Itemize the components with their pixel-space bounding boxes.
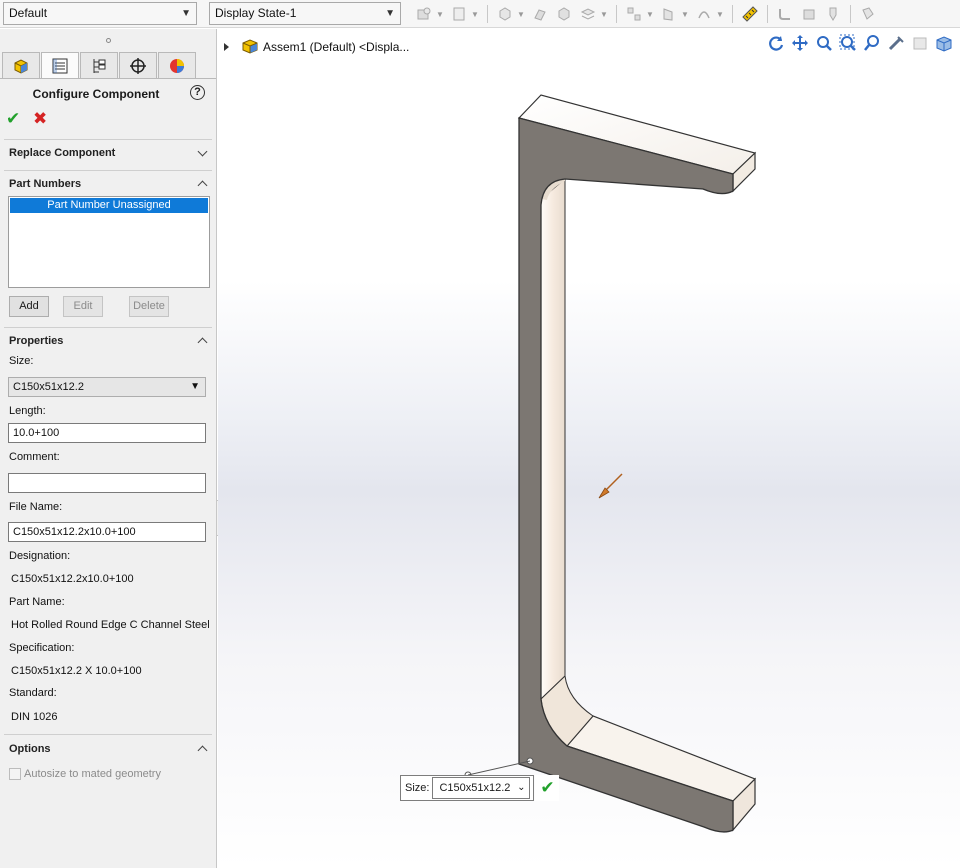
- chevron-down-icon: ▼: [385, 8, 395, 19]
- linear-pattern-icon[interactable]: [624, 4, 644, 24]
- autosize-checkbox[interactable]: [9, 768, 21, 780]
- chevron-down-icon: ▼: [190, 381, 200, 392]
- size-label: Size:: [9, 355, 34, 367]
- configuration-manager-icon: [93, 59, 106, 73]
- assembly-feature-icon[interactable]: [858, 4, 878, 24]
- tab-property-manager[interactable]: [41, 52, 79, 79]
- dimxpert-icon: [130, 58, 146, 74]
- display-manager-icon: [170, 59, 184, 73]
- callout-box: Size: C150x51x12.2 ⌄: [400, 775, 535, 801]
- callout-size-value: C150x51x12.2: [439, 782, 511, 794]
- dropdown-arrow-icon[interactable]: ▼: [681, 10, 689, 19]
- size-select[interactable]: C150x51x12.2 ▼: [8, 377, 206, 397]
- new-part-icon[interactable]: [449, 4, 469, 24]
- cancel-button[interactable]: ✖: [33, 109, 47, 129]
- configuration-select[interactable]: Default ▼: [3, 2, 197, 25]
- callout-ok-button[interactable]: ✔: [535, 775, 560, 801]
- bend-icon[interactable]: [775, 4, 795, 24]
- help-icon[interactable]: ?: [190, 85, 205, 100]
- measure-icon[interactable]: [740, 4, 760, 24]
- display-state-select-value: Display State-1: [215, 6, 297, 20]
- toolbar-icon-group: ▼ ▼ ▼ ▼ ▼ ▼ ▼: [412, 3, 880, 25]
- length-label: Length:: [9, 405, 46, 417]
- mate-icon[interactable]: [495, 4, 515, 24]
- toolbar-separator: [487, 5, 488, 23]
- part-name-value: Hot Rolled Round Edge C Channel Steel: [11, 619, 210, 631]
- move-component-icon[interactable]: [530, 4, 550, 24]
- sketch-icon[interactable]: [823, 4, 843, 24]
- specification-value: C150x51x12.2 X 10.0+100: [11, 665, 142, 677]
- toolbar-separator: [616, 5, 617, 23]
- insert-component-icon[interactable]: [414, 4, 434, 24]
- reference-geometry-icon[interactable]: [659, 4, 679, 24]
- part-name-label: Part Name:: [9, 596, 65, 608]
- add-button[interactable]: Add: [9, 296, 49, 317]
- dropdown-arrow-icon[interactable]: ▼: [646, 10, 654, 19]
- chevron-down-icon: ⌄: [517, 782, 526, 793]
- tab-display-manager[interactable]: [158, 52, 196, 79]
- file-name-field[interactable]: C150x51x12.2x10.0+100: [8, 522, 206, 542]
- graphics-viewport[interactable]: Assem1 (Default) <Displa... Size: C150x5…: [218, 29, 960, 868]
- size-select-value: C150x51x12.2: [13, 381, 84, 393]
- dropdown-arrow-icon[interactable]: ▼: [600, 10, 608, 19]
- section-divider: [4, 139, 212, 140]
- delete-button[interactable]: Delete: [129, 296, 169, 317]
- tab-configuration-manager[interactable]: [80, 52, 118, 79]
- configuration-select-value: Default: [9, 6, 48, 20]
- autosize-label: Autosize to mated geometry: [24, 768, 161, 780]
- toolbar-separator: [767, 5, 768, 23]
- chevron-down-icon[interactable]: [197, 146, 209, 158]
- section-divider: [4, 327, 212, 328]
- comment-field[interactable]: [8, 473, 206, 493]
- chevron-up-icon[interactable]: [197, 742, 209, 754]
- comment-label: Comment:: [9, 451, 60, 463]
- designation-value: C150x51x12.2x10.0+100: [11, 573, 134, 585]
- edit-button[interactable]: Edit: [63, 296, 103, 317]
- file-name-label: File Name:: [9, 501, 63, 513]
- tab-dimxpert-manager[interactable]: [119, 52, 157, 79]
- toolbar-separator: [850, 5, 851, 23]
- properties-header[interactable]: Properties: [9, 335, 63, 347]
- list-item[interactable]: Part Number Unassigned: [10, 198, 208, 213]
- property-manager-icon: [52, 58, 68, 74]
- chevron-up-icon[interactable]: [197, 334, 209, 346]
- dropdown-arrow-icon[interactable]: ▼: [436, 10, 444, 19]
- tab-feature-manager[interactable]: [2, 52, 40, 79]
- dropdown-arrow-icon[interactable]: ▼: [517, 10, 525, 19]
- top-toolbar: Default ▼ Display State-1 ▼ ▼ ▼ ▼ ▼ ▼ ▼ …: [0, 0, 960, 28]
- standard-value: DIN 1026: [11, 711, 58, 723]
- chevron-up-icon[interactable]: [197, 177, 209, 189]
- specification-label: Specification:: [9, 642, 75, 654]
- dropdown-arrow-icon[interactable]: ▼: [716, 10, 724, 19]
- tab-divider: [0, 78, 216, 79]
- panel-grip[interactable]: [0, 29, 216, 51]
- property-manager-panel: Configure Component ? ✔ ✖ Replace Compon…: [0, 29, 217, 868]
- part-numbers-list[interactable]: Part Number Unassigned: [8, 196, 210, 288]
- section-divider: [4, 734, 212, 735]
- length-field[interactable]: 10.0+100: [8, 423, 206, 443]
- grip-dot-icon: [105, 37, 111, 43]
- rotate-component-icon[interactable]: [554, 4, 574, 24]
- manager-tabs: [2, 52, 197, 79]
- options-header[interactable]: Options: [9, 743, 51, 755]
- toolbar-separator: [732, 5, 733, 23]
- section-divider: [4, 170, 212, 171]
- curves-icon[interactable]: [694, 4, 714, 24]
- size-callout: Size: C150x51x12.2 ⌄ ✔: [400, 775, 560, 801]
- c-channel-model[interactable]: [218, 29, 960, 868]
- instant3d-icon[interactable]: [799, 4, 819, 24]
- dropdown-arrow-icon[interactable]: ▼: [471, 10, 479, 19]
- display-state-select[interactable]: Display State-1 ▼: [209, 2, 401, 25]
- chevron-down-icon: ▼: [181, 8, 191, 19]
- explode-view-icon[interactable]: [578, 4, 598, 24]
- ok-button[interactable]: ✔: [6, 109, 20, 129]
- page-title: Configure Component: [32, 87, 160, 101]
- feature-manager-icon: [14, 59, 28, 74]
- callout-size-select[interactable]: C150x51x12.2 ⌄: [432, 777, 531, 799]
- replace-component-header[interactable]: Replace Component: [9, 147, 115, 159]
- callout-size-label: Size:: [405, 782, 430, 794]
- designation-label: Designation:: [9, 550, 71, 562]
- part-numbers-header[interactable]: Part Numbers: [9, 178, 81, 190]
- standard-label: Standard:: [9, 687, 57, 699]
